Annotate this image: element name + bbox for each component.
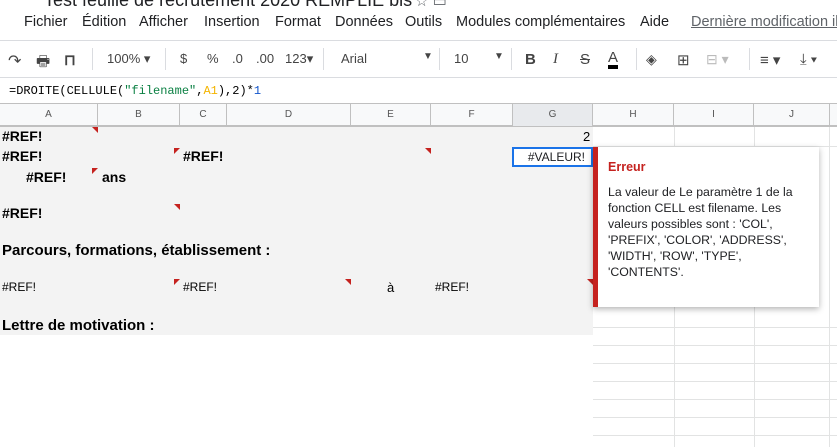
- error-tooltip-message: La valeur de Le paramètre 1 de la foncti…: [608, 185, 793, 279]
- error-tooltip: Erreur La valeur de Le paramètre 1 de la…: [593, 147, 819, 307]
- formula-string: "filename": [124, 84, 197, 98]
- font-chevron-down-icon[interactable]: ▼: [423, 51, 433, 62]
- percent-button[interactable]: %: [207, 51, 219, 66]
- formula-text: =DROITE(CELLULE(: [9, 84, 125, 98]
- zoom-select[interactable]: 100% ▾: [107, 51, 150, 67]
- formula-number: 1: [253, 84, 262, 98]
- comment-marker: [92, 127, 98, 133]
- menu-modules[interactable]: Modules complémentaires: [456, 14, 625, 30]
- cell-c2[interactable]: #REF!: [183, 148, 223, 164]
- selected-cell-g2[interactable]: #VALEUR!: [512, 147, 593, 167]
- menu-aide[interactable]: Aide: [640, 14, 669, 30]
- menu-fichier[interactable]: Fichier: [24, 14, 68, 30]
- comment-marker: [92, 168, 98, 174]
- menu-insertion[interactable]: Insertion: [204, 14, 260, 30]
- cell-a5[interactable]: #REF!: [2, 205, 42, 221]
- menu-edition[interactable]: Édition: [82, 14, 126, 30]
- column-header-i[interactable]: I: [674, 104, 754, 126]
- font-size-select[interactable]: 10: [454, 51, 468, 66]
- menu-donnees[interactable]: Données: [335, 14, 393, 30]
- paint-format-icon[interactable]: ⊓: [64, 51, 76, 69]
- cell-a3[interactable]: #REF!: [26, 169, 66, 185]
- italic-button[interactable]: I: [553, 51, 558, 68]
- comment-marker: [174, 279, 180, 285]
- text-color-button[interactable]: A: [608, 50, 619, 69]
- print-icon[interactable]: 🖶: [36, 51, 50, 76]
- column-header-a[interactable]: A: [0, 104, 98, 126]
- cell-e9[interactable]: à: [387, 280, 394, 295]
- currency-button[interactable]: $: [180, 51, 187, 66]
- cell-a1[interactable]: #REF!: [2, 128, 42, 144]
- comment-marker: [174, 148, 180, 154]
- cell-a9[interactable]: #REF!: [2, 280, 36, 294]
- align-icon[interactable]: ≡ ▾: [760, 51, 780, 69]
- filled-range: [0, 127, 593, 335]
- formula-text: ),2)*: [217, 84, 254, 98]
- cell-f9[interactable]: #REF!: [435, 280, 469, 294]
- comment-marker: [174, 204, 180, 210]
- menu-afficher[interactable]: Afficher: [139, 14, 188, 30]
- font-select[interactable]: Arial: [341, 51, 367, 66]
- cell-a7[interactable]: Parcours, formations, établissement :: [2, 242, 270, 259]
- fill-color-icon[interactable]: ◈: [646, 51, 657, 68]
- more-formats-button[interactable]: 123▾: [285, 51, 313, 67]
- menu-format[interactable]: Format: [275, 14, 321, 30]
- borders-icon[interactable]: ⊞: [677, 51, 690, 69]
- bold-button[interactable]: B: [525, 51, 536, 68]
- column-header-b[interactable]: B: [98, 104, 180, 126]
- column-header-c[interactable]: C: [180, 104, 227, 126]
- formula-bar[interactable]: =DROITE(CELLULE("filename",A1),2)*1: [9, 84, 261, 98]
- error-tooltip-title: Erreur: [608, 160, 646, 174]
- comment-marker: [425, 148, 431, 154]
- column-header-d[interactable]: D: [227, 104, 351, 126]
- column-header-g[interactable]: G: [513, 104, 593, 126]
- document-title[interactable]: Test feuille de recrutement 2020 REMPLIE…: [44, 0, 412, 11]
- cell-a11[interactable]: Lettre de motivation :: [2, 317, 155, 334]
- last-modified-link[interactable]: Dernière modification il: [691, 14, 837, 30]
- increase-decimals-button[interactable]: .00: [256, 51, 274, 66]
- formula-reference: A1: [203, 84, 218, 98]
- decrease-decimals-button[interactable]: .0: [232, 51, 243, 66]
- cell-b3[interactable]: ans: [102, 169, 126, 185]
- column-header-h[interactable]: H: [593, 104, 674, 126]
- column-header-e[interactable]: E: [351, 104, 431, 126]
- column-header-j[interactable]: J: [754, 104, 830, 126]
- redo-icon[interactable]: ↷: [8, 51, 21, 71]
- vertical-align-icon[interactable]: ⤓ ▾: [800, 51, 817, 68]
- merge-cells-icon[interactable]: ⊟ ▾: [706, 51, 729, 68]
- menu-outils[interactable]: Outils: [405, 14, 442, 30]
- star-icon[interactable]: ☆ ▭: [415, 0, 447, 10]
- strikethrough-button[interactable]: S: [580, 51, 590, 68]
- zoom-value: 100%: [107, 51, 141, 66]
- cell-c9[interactable]: #REF!: [183, 280, 217, 294]
- column-header-f[interactable]: F: [431, 104, 513, 126]
- cell-g1[interactable]: 2: [583, 129, 590, 144]
- size-chevron-down-icon[interactable]: ▼: [494, 51, 504, 62]
- column-headers: A B C D E F G H I J: [0, 103, 837, 127]
- cell-a2[interactable]: #REF!: [2, 148, 42, 164]
- comment-marker: [345, 279, 351, 285]
